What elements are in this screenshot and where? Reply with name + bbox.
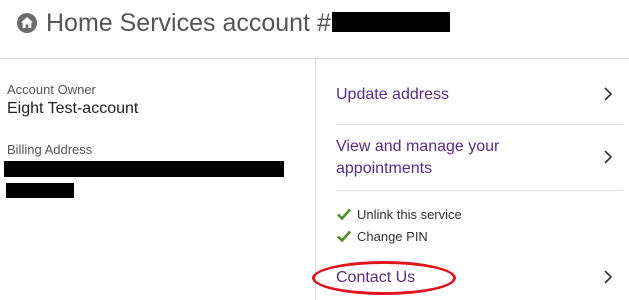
update-address-label: Update address	[336, 86, 449, 103]
update-address-link[interactable]: Update address	[336, 84, 622, 106]
redacted-billing-address-line1	[4, 161, 284, 177]
manage-appointments-link[interactable]: View and manage your appointments	[336, 136, 622, 180]
column-divider	[315, 59, 316, 300]
redacted-account-number	[331, 12, 450, 33]
manage-appointments-label-line2: appointments	[336, 160, 433, 177]
change-pin-link[interactable]: Change PIN	[337, 229, 457, 245]
chevron-right-icon	[604, 150, 613, 169]
unlink-service-link[interactable]: Unlink this service	[337, 207, 477, 223]
checkmark-icon	[337, 208, 351, 220]
chevron-right-icon	[604, 270, 613, 289]
account-owner-value: Eight Test-account	[7, 100, 139, 117]
redacted-billing-address-line2	[6, 183, 74, 198]
page-title: Home Services account #	[46, 7, 450, 39]
page-title-text: Home Services account #	[46, 9, 331, 37]
page-header: Home Services account #	[0, 0, 629, 58]
home-icon	[17, 13, 37, 33]
contact-us-highlight-annotation	[312, 261, 456, 295]
unlink-service-label: Unlink this service	[357, 207, 462, 222]
change-pin-label: Change PIN	[357, 229, 428, 244]
billing-address-label: Billing Address	[7, 142, 93, 157]
manage-appointments-label-line1: View and manage your	[336, 138, 500, 155]
row-divider	[336, 124, 623, 125]
account-owner-label: Account Owner	[7, 82, 96, 97]
row-divider	[336, 190, 623, 191]
chevron-right-icon	[604, 87, 613, 106]
checkmark-icon	[337, 230, 351, 242]
